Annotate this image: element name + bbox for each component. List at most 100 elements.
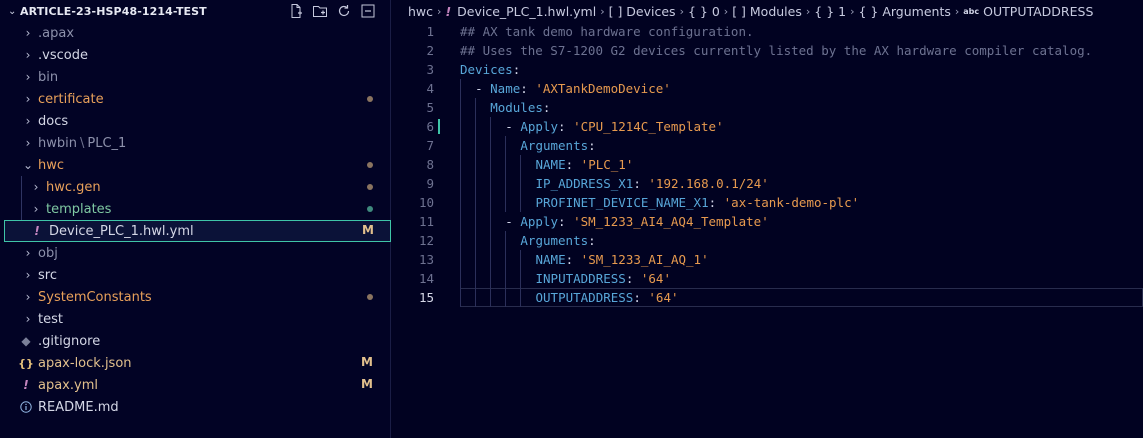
indent-guide <box>490 231 492 250</box>
indent-guide <box>520 269 522 288</box>
code-area[interactable]: 1 ## AX tank demo hardware configuration.… <box>392 22 1143 307</box>
line-number: 14 <box>418 271 434 286</box>
code-line[interactable]: 13 NAME: 'SM_1233_AI_AQ_1' <box>392 250 1143 269</box>
indent-guide <box>520 155 522 174</box>
tree-item-templates-folder[interactable]: › templates <box>0 198 390 220</box>
tree-item-label: hwc.gen <box>46 179 101 195</box>
code-line[interactable]: 5 Modules: <box>392 98 1143 117</box>
chevron-right-icon: › <box>723 4 729 18</box>
token-punc: : <box>512 62 521 77</box>
breadcrumb-item-file[interactable]: Device_PLC_1.hwl.yml <box>457 4 596 19</box>
tree-item-label: certificate <box>38 91 104 107</box>
code-text: PROFINET_DEVICE_NAME_X1: 'ax-tank-demo-p… <box>536 193 860 212</box>
token-punc: : <box>633 176 649 191</box>
chevron-right-icon: › <box>25 92 31 106</box>
tree-item-obj-folder[interactable]: › obj <box>0 242 390 264</box>
code-line[interactable]: 3 Devices: <box>392 60 1143 79</box>
tree-item-label: .vscode <box>38 47 88 63</box>
line-number: 3 <box>426 62 434 77</box>
code-line[interactable]: 4 - Name: 'AXTankDemoDevice' <box>392 79 1143 98</box>
new-folder-icon[interactable] <box>312 3 328 19</box>
indent-guide <box>460 117 461 136</box>
token-key: NAME <box>535 252 566 267</box>
tree-item-apax-folder[interactable]: › .apax <box>0 22 390 44</box>
code-line[interactable]: 2 ## Uses the S7-1200 G2 devices currentl… <box>392 41 1143 60</box>
token-key: Modules <box>490 100 543 115</box>
chevron-right-icon: › <box>25 246 31 260</box>
indent-guide <box>505 174 507 193</box>
new-file-icon[interactable] <box>288 3 304 19</box>
breadcrumb-item-outputaddress[interactable]: OUTPUTADDRESS <box>983 4 1093 19</box>
chevron-right-icon: › <box>25 312 31 326</box>
tree-item-apax-lock-json[interactable]: {} apax-lock.json M <box>0 352 390 374</box>
tree-item-src-folder[interactable]: › src <box>0 264 390 286</box>
indent-guide <box>490 269 492 288</box>
code-text: Arguments: <box>520 231 595 250</box>
explorer-header[interactable]: ⌄ ARTICLE-23-HSP48-1214-TEST <box>0 0 390 22</box>
tree-item-device-plc-yml[interactable]: ! Device_PLC_1.hwl.yml M <box>4 220 391 242</box>
info-icon <box>18 401 34 413</box>
chevron-right-icon: › <box>25 26 31 40</box>
indent-guide <box>475 231 477 250</box>
token-key: PROFINET_DEVICE_NAME_X1 <box>535 195 709 210</box>
breadcrumb-item-index-1[interactable]: { } 1 <box>814 4 846 19</box>
modified-dot-icon <box>367 162 373 168</box>
refresh-icon[interactable] <box>336 3 352 19</box>
tree-item-label: SystemConstants <box>38 289 152 305</box>
token-str: '192.168.0.1/24' <box>648 176 769 191</box>
line-number: 1 <box>426 24 434 39</box>
tree-item-docs-folder[interactable]: › docs <box>0 110 390 132</box>
indent-guide <box>460 136 461 155</box>
tree-item-certificate-folder[interactable]: › certificate <box>0 88 390 110</box>
token-key: Arguments <box>520 138 589 153</box>
token-punc: : <box>565 252 581 267</box>
code-line[interactable]: 9 IP_ADDRESS_X1: '192.168.0.1/24' <box>392 174 1143 193</box>
token-dash: - <box>475 81 491 96</box>
breadcrumb-item-modules[interactable]: [ ] Modules <box>732 4 802 19</box>
breadcrumb-item-folder[interactable]: hwc <box>408 4 433 19</box>
indent-guide <box>475 174 477 193</box>
tree-item-bin-folder[interactable]: › bin <box>0 66 390 88</box>
indent-guide <box>520 250 522 269</box>
code-line[interactable]: 7 Arguments: <box>392 136 1143 155</box>
breadcrumb-item-devices[interactable]: [ ] Devices <box>609 4 676 19</box>
code-text: NAME: 'PLC_1' <box>536 155 634 174</box>
code-line[interactable]: 11 - Apply: 'SM_1233_AI4_AQ4_Template' <box>392 212 1143 231</box>
code-line[interactable]: 6 - Apply: 'CPU_1214C_Template' <box>392 117 1143 136</box>
token-str: 'AXTankDemoDevice' <box>535 81 671 96</box>
tree-item-apax-yml[interactable]: ! apax.yml M <box>0 374 390 396</box>
tree-item-vscode-folder[interactable]: › .vscode <box>0 44 390 66</box>
token-key: OUTPUTADDRESS <box>535 290 634 305</box>
chevron-right-icon: › <box>850 4 855 18</box>
indent-guide <box>490 250 492 269</box>
indent-guide <box>490 136 492 155</box>
tree-item-gitignore[interactable]: ◆ .gitignore <box>0 330 390 352</box>
chevron-down-icon[interactable]: ⌄ <box>8 6 18 17</box>
indent-guide <box>460 155 461 174</box>
code-line[interactable]: 8 NAME: 'PLC_1' <box>392 155 1143 174</box>
code-line[interactable]: 1 ## AX tank demo hardware configuration. <box>392 22 1143 41</box>
token-str: 'SM_1233_AI4_AQ4_Template' <box>573 214 769 229</box>
indent-guide <box>460 98 461 117</box>
tree-item-hwc-folder[interactable]: ⌄ hwc <box>0 154 390 176</box>
code-line[interactable]: 12 Arguments: <box>392 231 1143 250</box>
tree-item-readme[interactable]: README.md <box>0 396 390 418</box>
collapse-all-icon[interactable] <box>360 3 376 19</box>
chevron-right-icon: › <box>437 4 442 18</box>
indent-guide <box>475 212 477 231</box>
token-str: 'PLC_1' <box>580 157 634 172</box>
untracked-dot-icon <box>367 206 373 212</box>
token-key: IP_ADDRESS_X1 <box>535 176 634 191</box>
chevron-right-icon: › <box>954 4 960 18</box>
breadcrumb-item-index-0[interactable]: { } 0 <box>688 4 720 19</box>
modified-badge: M <box>362 223 374 237</box>
token-key: Devices <box>460 62 513 77</box>
tree-item-hwc-gen-folder[interactable]: › hwc.gen <box>0 176 390 198</box>
breadcrumb-item-arguments[interactable]: { } Arguments <box>858 4 950 19</box>
code-line[interactable]: 15 OUTPUTADDRESS: '64' <box>392 288 1143 307</box>
code-line[interactable]: 10 PROFINET_DEVICE_NAME_X1: 'ax-tank-demo… <box>392 193 1143 212</box>
code-line[interactable]: 14 INPUTADDRESS: '64' <box>392 269 1143 288</box>
tree-item-test-folder[interactable]: › test <box>0 308 390 330</box>
tree-item-hwbin-folder[interactable]: › hwbin \ PLC_1 <box>0 132 390 154</box>
tree-item-systemconstants-folder[interactable]: › SystemConstants <box>0 286 390 308</box>
